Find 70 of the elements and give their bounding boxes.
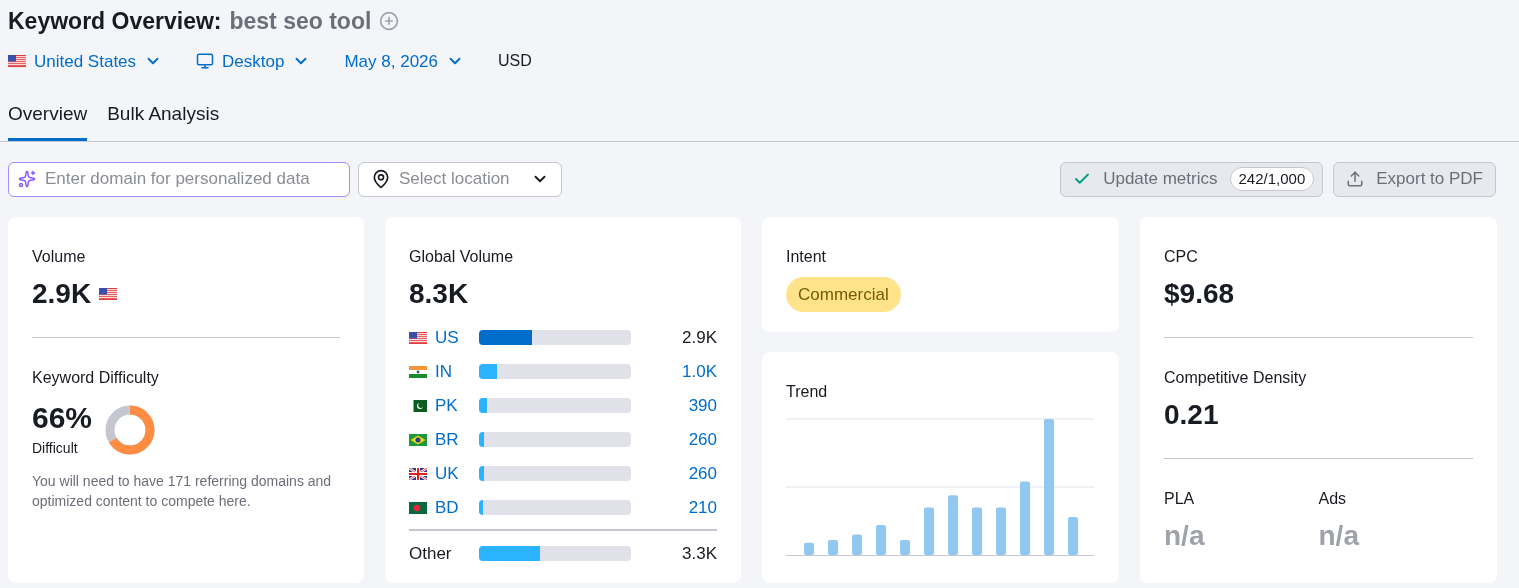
global-volume-value: 8.3K — [409, 276, 470, 311]
tab[interactable]: Bulk Analysis — [107, 100, 220, 141]
country-link[interactable]: IN — [435, 358, 479, 385]
country-link[interactable]: BD — [435, 494, 479, 521]
volume-value: 2.9K — [32, 276, 92, 311]
flag-icon — [409, 399, 427, 412]
flag-icon — [409, 467, 427, 480]
trend-bar — [1068, 516, 1078, 555]
trend-bar — [924, 506, 934, 555]
monitor-icon — [196, 52, 215, 71]
map-pin-icon — [371, 169, 391, 189]
pla-label: PLA — [1164, 488, 1196, 509]
trend-bar — [900, 539, 910, 555]
density-value: 0.21 — [1164, 397, 1220, 432]
update-metrics-button[interactable]: Update metrics 242/1,000 — [1060, 161, 1324, 197]
page-title: Keyword Overview: — [8, 7, 222, 36]
flag-icon — [409, 365, 427, 378]
other-volume: 3.3K — [681, 542, 717, 565]
trend-label: Trend — [786, 381, 829, 402]
difficulty-donut — [104, 404, 157, 456]
intent-label: Intent — [786, 246, 828, 267]
location-select[interactable]: Select location — [358, 161, 562, 197]
domain-field[interactable]: Enter domain for personalized data — [8, 161, 350, 197]
selector-dropdown[interactable]: United States — [8, 48, 163, 74]
trend-bar — [876, 524, 886, 555]
country-volume[interactable]: 390 — [631, 392, 717, 419]
other-label: Other — [409, 542, 453, 565]
selector-dropdown[interactable]: May 8, 2026 — [344, 48, 464, 74]
trend-bar — [948, 494, 958, 555]
cpc-label: CPC — [1164, 246, 1199, 267]
global-volume-label: Global Volume — [409, 246, 515, 267]
difficulty-label: Keyword Difficulty — [32, 367, 160, 388]
volume-label: Volume — [32, 246, 87, 267]
pla-value: n/a — [1164, 518, 1206, 553]
flag-icon — [8, 55, 26, 68]
country-link[interactable]: BR — [435, 426, 479, 453]
difficulty-note: You will need to have 171 referring domains and optimized content to compete here. — [32, 471, 333, 511]
flag-icon — [409, 433, 427, 446]
trend-bar — [828, 539, 838, 555]
flag-icon — [409, 501, 427, 514]
density-label: Competitive Density — [1164, 367, 1308, 388]
country-link[interactable]: UK — [435, 460, 479, 487]
intent-badge: Commercial — [786, 276, 901, 312]
flag-icon — [99, 287, 118, 300]
country-link[interactable]: PK — [435, 392, 479, 419]
difficulty-value: 66% — [32, 401, 93, 434]
upload-icon — [1346, 170, 1365, 188]
trend-bar — [972, 506, 982, 555]
tab[interactable]: Overview — [8, 100, 88, 141]
ads-label: Ads — [1318, 488, 1348, 509]
selector-dropdown[interactable]: Desktop — [196, 48, 311, 74]
country-volume[interactable]: 260 — [631, 460, 717, 487]
difficulty-rating: Difficult — [32, 438, 79, 458]
ads-value: n/a — [1318, 518, 1361, 553]
country-volume[interactable]: 1.0K — [631, 358, 717, 385]
country-volume[interactable]: 210 — [631, 494, 717, 521]
sparkle-icon — [18, 169, 36, 188]
currency-label: USD — [498, 51, 532, 72]
country-link[interactable]: US — [435, 324, 479, 351]
flag-icon — [409, 331, 427, 344]
cpc-value: $9.68 — [1164, 276, 1236, 311]
trend-bar — [804, 542, 814, 555]
country-volume: 2.9K — [681, 326, 717, 349]
trend-bar — [852, 534, 862, 555]
keyword-text: best seo tool — [229, 7, 372, 36]
add-icon[interactable] — [379, 11, 400, 32]
trend-bar — [996, 506, 1006, 555]
count-badge: 242/1,000 — [1229, 166, 1315, 192]
country-volume[interactable]: 260 — [631, 426, 717, 453]
export-pdf-button[interactable]: Export to PDF — [1333, 161, 1496, 197]
